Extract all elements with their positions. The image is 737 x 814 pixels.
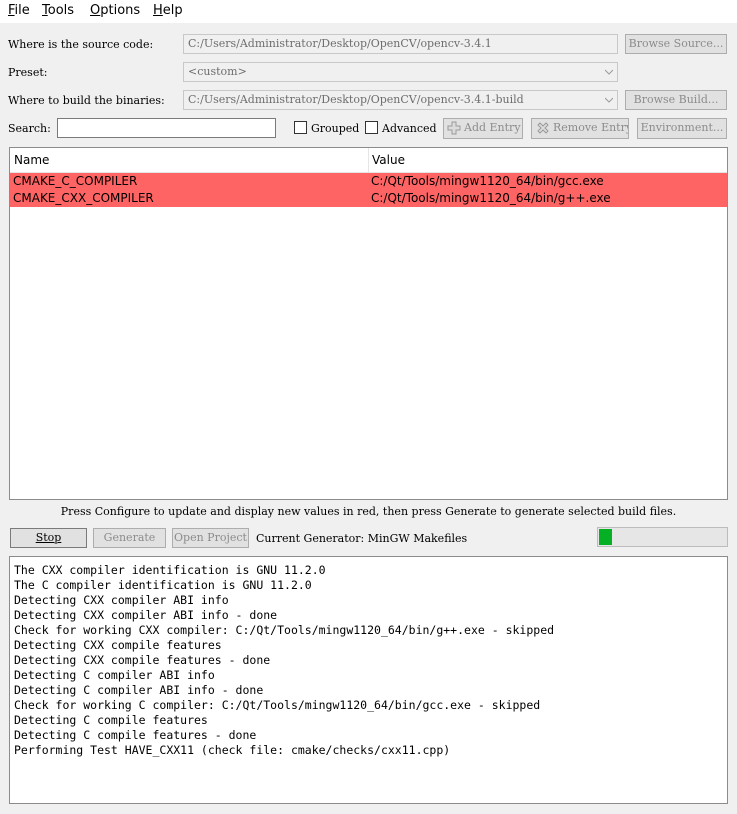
preset-label: Preset: <box>8 66 48 79</box>
header-value[interactable]: Value <box>372 153 405 167</box>
menu-tools-label: ools <box>47 3 75 18</box>
build-label: Where to build the binaries: <box>8 94 165 107</box>
output-log[interactable]: The CXX compiler identification is GNU 1… <box>9 556 728 804</box>
cache-table[interactable]: Name Value CMAKE_C_COMPILER C:/Qt/Tools/… <box>9 147 728 500</box>
menu-tools[interactable]: Tools <box>42 3 74 18</box>
remove-icon <box>536 121 550 138</box>
plus-icon <box>447 121 461 138</box>
table-header: Name Value <box>10 148 727 173</box>
current-generator-text: Current Generator: MinGW Makefiles <box>256 532 468 545</box>
table-row[interactable]: CMAKE_C_COMPILER C:/Qt/Tools/mingw1120_6… <box>10 173 727 190</box>
row-value[interactable]: C:/Qt/Tools/mingw1120_64/bin/gcc.exe <box>371 174 604 188</box>
remove-entry-label: Remove Entry <box>553 121 629 134</box>
grouped-checkbox[interactable] <box>294 121 307 134</box>
log-line: The C compiler identification is GNU 11.… <box>14 578 312 592</box>
progress-bar <box>597 527 728 547</box>
menu-help[interactable]: Help <box>153 3 183 18</box>
row-name: CMAKE_C_COMPILER <box>13 174 138 188</box>
log-line: The CXX compiler identification is GNU 1… <box>14 563 326 577</box>
advanced-label: Advanced <box>382 122 437 135</box>
menubar: File Tools Options Help <box>0 0 737 23</box>
stop-button[interactable]: Stop <box>10 528 87 548</box>
menu-options-mnemonic: O <box>90 3 101 18</box>
stop-label: Stop <box>35 531 62 544</box>
source-label: Where is the source code: <box>8 38 154 51</box>
grouped-label: Grouped <box>311 122 360 135</box>
header-divider[interactable] <box>368 148 369 173</box>
log-line: Detecting CXX compile features - done <box>14 653 271 667</box>
log-line: Detecting CXX compiler ABI info - done <box>14 608 278 622</box>
build-path-combo[interactable]: C:/Users/Administrator/Desktop/OpenCV/op… <box>183 90 618 110</box>
browse-build-button[interactable]: Browse Build... <box>625 90 727 110</box>
log-line: Detecting C compile features <box>14 713 208 727</box>
menu-options-label: ptions <box>100 3 141 18</box>
environment-button[interactable]: Environment... <box>637 118 727 139</box>
table-row[interactable]: CMAKE_CXX_COMPILER C:/Qt/Tools/mingw1120… <box>10 190 727 207</box>
chevron-down-icon <box>605 68 613 76</box>
log-line: Check for working C compiler: C:/Qt/Tool… <box>14 698 541 712</box>
remove-entry-button[interactable]: Remove Entry <box>531 118 629 139</box>
open-project-button[interactable]: Open Project <box>172 528 249 548</box>
menu-options[interactable]: Options <box>90 3 140 18</box>
menu-file-label: ile <box>14 3 30 18</box>
search-input[interactable] <box>57 118 276 138</box>
add-entry-button[interactable]: Add Entry <box>443 118 523 139</box>
log-line: Detecting C compiler ABI info <box>14 668 215 682</box>
menu-help-mnemonic: H <box>153 3 163 18</box>
log-line: Check for working CXX compiler: C:/Qt/To… <box>14 623 555 637</box>
build-path-value: C:/Users/Administrator/Desktop/OpenCV/op… <box>188 93 524 106</box>
log-line: Detecting C compiler ABI info - done <box>14 683 264 697</box>
source-path-field[interactable]: C:/Users/Administrator/Desktop/OpenCV/op… <box>183 34 618 54</box>
log-line: Detecting C compile features - done <box>14 728 257 742</box>
chevron-down-icon <box>605 96 613 104</box>
row-name: CMAKE_CXX_COMPILER <box>13 191 154 205</box>
progress-fill <box>599 529 612 545</box>
log-line: Detecting CXX compiler ABI info <box>14 593 229 607</box>
log-line: Detecting CXX compile features <box>14 638 222 652</box>
header-name[interactable]: Name <box>14 153 49 167</box>
add-entry-label: Add Entry <box>464 121 521 134</box>
log-line: Performing Test HAVE_CXX11 (check file: … <box>14 743 451 757</box>
menu-file[interactable]: File <box>8 3 30 18</box>
preset-value: <custom> <box>188 65 247 78</box>
search-label: Search: <box>8 122 51 135</box>
preset-combo[interactable]: <custom> <box>183 62 618 82</box>
row-value[interactable]: C:/Qt/Tools/mingw1120_64/bin/g++.exe <box>371 191 611 205</box>
menu-help-label: elp <box>162 3 183 18</box>
generate-button[interactable]: Generate <box>93 528 166 548</box>
configure-hint: Press Configure to update and display ne… <box>60 505 677 518</box>
advanced-checkbox[interactable] <box>365 121 378 134</box>
browse-source-button[interactable]: Browse Source... <box>625 34 727 54</box>
